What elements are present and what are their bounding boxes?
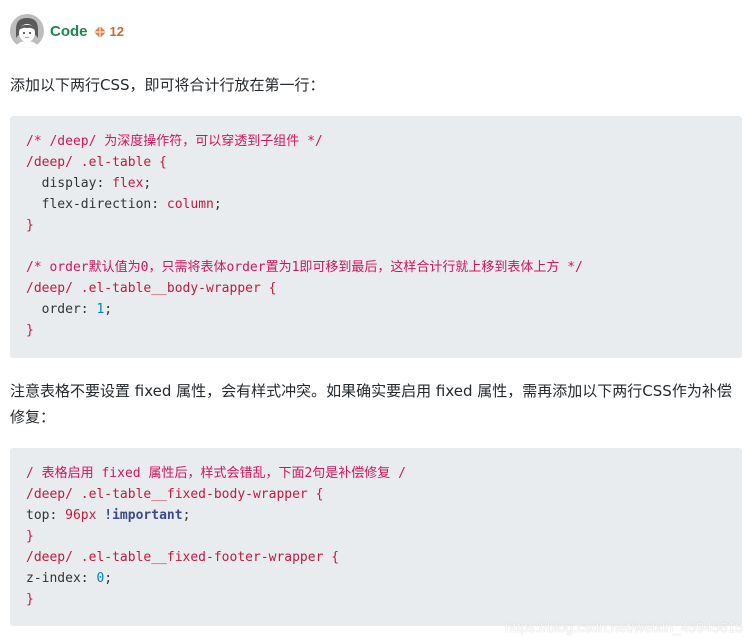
code-property: top (26, 508, 50, 523)
code-declaration: top: 96px !important; (26, 508, 191, 523)
rank-diamond-icon (93, 24, 107, 38)
code-declaration: z-index: 0; (26, 571, 113, 586)
code-block-2: / 表格启用 fixed 属性后，样式会错乱，下面2句是补偿修复 / /deep… (10, 448, 742, 626)
code-close-brace: } (26, 529, 34, 544)
code-declaration: flex-direction: column; (41, 197, 222, 212)
code-value: 96px (65, 508, 97, 523)
code-selector: /deep/ .el-table { (26, 155, 167, 170)
code-declaration: display: flex; (41, 176, 152, 191)
code-selector: /deep/ .el-table__fixed-footer-wrapper { (26, 550, 340, 565)
code-property: display (41, 176, 97, 191)
code-block-1: /* /deep/ 为深度操作符，可以穿透到子组件 */ /deep/ .el-… (10, 116, 742, 358)
code-selector: /deep/ .el-table__body-wrapper { (26, 281, 277, 296)
user-avatar-icon (10, 14, 44, 48)
paragraph-note: 注意表格不要设置 fixed 属性，会有样式冲突。如果确实要启用 fixed 属… (10, 382, 732, 426)
code-comment: /* order默认值为0，只需将表体order置为1即可移到最后，这样合计行就… (26, 260, 583, 275)
code-declaration: order: 1; (41, 302, 113, 317)
code-important: !important (104, 508, 183, 523)
paragraph-intro: 添加以下两行CSS，即可将合计行放在第一行： (10, 76, 325, 94)
code-comment: / 表格启用 fixed 属性后，样式会错乱，下面2句是补偿修复 / (26, 466, 406, 481)
rank-level: 12 (109, 23, 124, 39)
code-value: flex (112, 176, 144, 191)
code-close-brace: } (26, 323, 34, 338)
code-close-brace: } (26, 592, 34, 607)
avatar[interactable] (10, 14, 44, 48)
author-header: Code 12 (10, 14, 124, 48)
code-comment: /* /deep/ 为深度操作符，可以穿透到子组件 */ (26, 134, 323, 149)
watermark: https://blog.csdn.net/weixin_45945615 (504, 619, 743, 635)
author-name[interactable]: Code (50, 23, 88, 40)
code-property: flex-direction (41, 197, 152, 212)
code-property: order (41, 302, 81, 317)
code-close-brace: } (26, 218, 34, 233)
code-property: z-index (26, 571, 81, 586)
code-value: column (166, 197, 214, 212)
code-selector: /deep/ .el-table__fixed-body-wrapper { (26, 487, 324, 502)
